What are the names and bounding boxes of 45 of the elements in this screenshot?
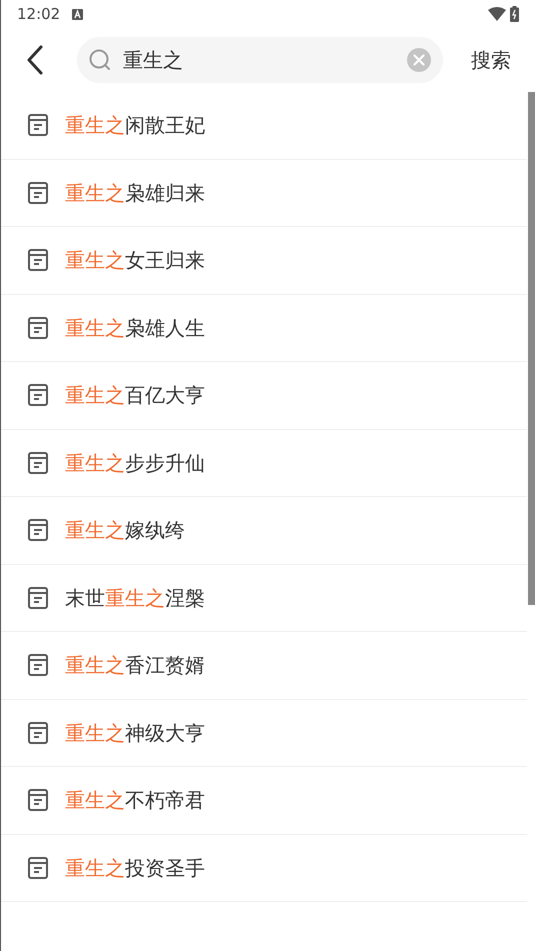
result-item[interactable]: 重生之香江赘婿 — [1, 632, 527, 700]
search-text: 重生之 — [123, 47, 184, 74]
book-icon — [27, 653, 49, 678]
result-item[interactable]: 重生之百亿大亨 — [1, 362, 527, 430]
result-title: 重生之嫁纨绔 — [65, 517, 185, 544]
result-title: 重生之枭雄归来 — [65, 180, 205, 207]
status-time: 12:02 — [17, 4, 60, 25]
result-title: 重生之步步升仙 — [65, 450, 205, 477]
result-item[interactable]: 末世重生之涅槃 — [1, 564, 527, 632]
book-icon — [27, 856, 49, 880]
result-title: 重生之不朽帝君 — [65, 787, 205, 814]
search-field[interactable]: 重生之 — [77, 37, 443, 83]
result-title: 重生之闲散王妃 — [65, 112, 205, 140]
notification-icon — [72, 8, 84, 20]
result-item[interactable]: 重生之枭雄归来 — [1, 160, 527, 227]
result-title: 重生之女王归来 — [65, 247, 205, 274]
search-icon — [89, 49, 111, 71]
book-icon — [27, 450, 49, 475]
book-icon — [27, 316, 49, 340]
result-title: 重生之神级大亨 — [65, 720, 205, 747]
book-icon — [27, 720, 49, 745]
result-title: 重生之枭雄人生 — [65, 314, 205, 342]
battery-icon — [510, 6, 519, 22]
book-icon — [27, 518, 49, 542]
search-button[interactable]: 搜索 — [471, 45, 511, 75]
result-item[interactable]: 重生之闲散王妃 — [1, 92, 527, 160]
book-icon — [27, 788, 49, 812]
result-title: 重生之百亿大亨 — [65, 382, 205, 410]
wifi-icon — [488, 7, 506, 21]
result-item[interactable]: 重生之神级大亨 — [1, 700, 527, 767]
book-icon — [27, 586, 49, 610]
back-icon — [27, 45, 43, 75]
result-item[interactable]: 重生之女王归来 — [1, 227, 527, 294]
book-icon — [27, 180, 49, 205]
result-item[interactable]: 重生之投资圣手 — [1, 834, 527, 902]
book-icon — [27, 113, 49, 138]
book-icon — [27, 383, 49, 408]
result-item[interactable]: 重生之嫁纨绔 — [1, 497, 527, 564]
result-item[interactable]: 重生之枭雄人生 — [1, 294, 527, 362]
result-title: 重生之香江赘婿 — [65, 652, 205, 680]
result-title: 末世重生之涅槃 — [65, 584, 205, 612]
result-item[interactable]: 重生之步步升仙 — [1, 430, 527, 497]
result-title: 重生之投资圣手 — [65, 854, 205, 882]
book-icon — [27, 248, 49, 272]
result-item[interactable]: 重生之不朽帝君 — [1, 767, 527, 834]
